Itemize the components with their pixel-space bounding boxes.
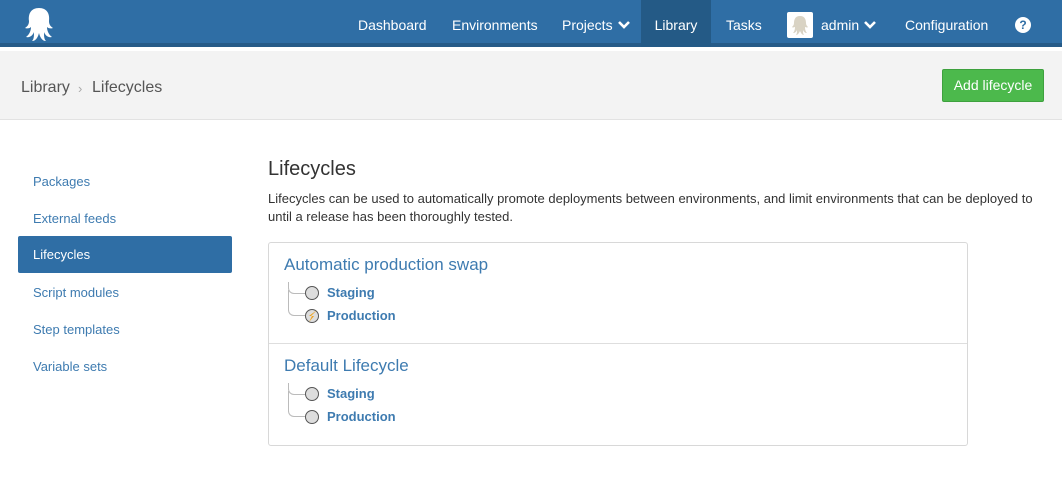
sidebar-item-script-modules[interactable]: Script modules (18, 274, 232, 311)
add-lifecycle-button[interactable]: Add lifecycle (942, 69, 1044, 102)
top-nav: Dashboard Environments Projects Library … (0, 0, 1062, 47)
breadcrumb-library[interactable]: Library (21, 79, 70, 97)
chevron-down-icon (617, 21, 630, 30)
phase-circle-icon (305, 387, 319, 401)
sidebar-item-step-templates[interactable]: Step templates (18, 311, 232, 348)
octopus-logo-icon[interactable] (22, 6, 56, 42)
lifecycle-title[interactable]: Automatic production swap (284, 255, 488, 275)
auto-deploy-phase-icon (305, 309, 319, 323)
phase-circle-icon (305, 286, 319, 300)
nav-configuration[interactable]: Configuration (890, 0, 1003, 47)
divider (269, 343, 967, 344)
lightning-icon (309, 310, 317, 322)
nav-library[interactable]: Library (641, 0, 711, 47)
page-description: Lifecycles can be used to automatically … (268, 191, 1033, 224)
nav-projects[interactable]: Projects (548, 0, 644, 47)
tree-connector (288, 391, 305, 417)
nav-environments[interactable]: Environments (438, 0, 552, 47)
user-name: admin (821, 17, 860, 33)
sidebar-item-packages[interactable]: Packages (18, 163, 232, 200)
phase-circle-icon (305, 410, 319, 424)
sidebar-item-variable-sets[interactable]: Variable sets (18, 348, 232, 385)
sidebar-item-lifecycles[interactable]: Lifecycles (18, 236, 232, 273)
nav-dashboard[interactable]: Dashboard (344, 0, 441, 47)
phase-production[interactable]: Production (327, 308, 396, 323)
chevron-down-icon (864, 21, 877, 30)
phase-production[interactable]: Production (327, 409, 396, 424)
nav-tasks[interactable]: Tasks (712, 0, 776, 47)
nav-user-menu[interactable]: admin (821, 0, 877, 47)
page-title: Lifecycles (268, 158, 356, 180)
avatar[interactable] (787, 12, 813, 38)
phase-staging[interactable]: Staging (327, 285, 375, 300)
tree-connector (288, 290, 305, 316)
breadcrumb-current: Lifecycles (92, 79, 163, 96)
page-header: Library › Lifecycles Add lifecycle (0, 51, 1062, 120)
lifecycle-title[interactable]: Default Lifecycle (284, 356, 409, 376)
phase-staging[interactable]: Staging (327, 386, 375, 401)
user-avatar-icon (792, 16, 808, 35)
sidebar-item-external-feeds[interactable]: External feeds (18, 200, 232, 237)
nav-projects-label: Projects (562, 17, 613, 33)
breadcrumb-separator-icon: › (78, 81, 83, 96)
help-icon[interactable]: ? (1015, 17, 1031, 33)
